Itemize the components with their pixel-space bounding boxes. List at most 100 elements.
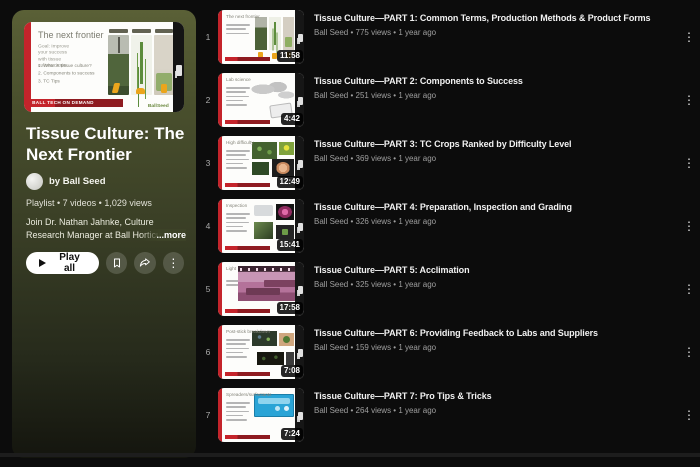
climber-icon [297, 96, 303, 105]
video-list-item[interactable]: 7 Spreaders/surfactants 7:24 Tissue Cult… [198, 388, 698, 442]
slide-bullets: 1. What is tissue culture? 2. Components… [38, 62, 98, 85]
duration-badge: 4:42 [280, 113, 303, 125]
video-menu-button[interactable]: ⋮ [680, 282, 698, 296]
video-info: Tissue Culture—PART 3: TC Crops Ranked b… [304, 136, 680, 163]
video-list-item[interactable]: 3 High difficulty 12:49 Tissue Culture—P… [198, 136, 698, 190]
video-meta: Ball Seed • 251 views • 1 year ago [314, 91, 437, 100]
video-title[interactable]: Tissue Culture—PART 5: Acclimation [314, 265, 674, 275]
duration-badge: 7:08 [280, 365, 303, 377]
slide-photo [257, 352, 284, 365]
slide-photo [238, 266, 295, 301]
video-meta: Ball Seed • 159 views • 1 year ago [314, 343, 437, 352]
orange-figure-icon [161, 84, 167, 93]
slide-title: The next frontier [226, 14, 260, 20]
video-title[interactable]: Tissue Culture—PART 2: Components to Suc… [314, 76, 674, 86]
video-title[interactable]: Tissue Culture—PART 3: TC Crops Ranked b… [314, 139, 674, 149]
slide-photo [251, 80, 294, 102]
video-menu-button[interactable]: ⋮ [680, 93, 698, 107]
thumbnail-edge-strip [173, 22, 184, 112]
ball-brand-bar [225, 57, 270, 61]
playlist-actions: Play all ⋮ [26, 252, 184, 274]
video-thumbnail[interactable]: Inspection 15:41 [218, 199, 304, 253]
slide-title: The next frontier [38, 30, 104, 40]
slide-bullet: 3. TC Tips [38, 77, 60, 84]
video-title[interactable]: Tissue Culture—PART 7: Pro Tips & Tricks [314, 391, 674, 401]
play-icon [39, 259, 46, 267]
video-info: Tissue Culture—PART 4: Preparation, Insp… [304, 199, 680, 226]
video-list-item[interactable]: 4 Inspection 15:41 Tissue Culture—PART 4… [198, 199, 698, 253]
ball-brand-text: BALL TECH ON DEMAND [32, 100, 94, 106]
slide-red-bar [218, 73, 222, 127]
video-index: 4 [205, 221, 211, 231]
video-info: Tissue Culture—PART 6: Providing Feedbac… [304, 325, 680, 352]
slide-bullet: 2. Components to success [38, 70, 95, 76]
ball-brand-bar: BALL TECH ON DEMAND [31, 99, 123, 107]
ball-brand-bar [225, 246, 270, 250]
play-all-label: Play all [59, 252, 80, 274]
slide-photo [252, 142, 277, 159]
slide-photo [272, 159, 294, 177]
video-thumbnail[interactable]: High difficulty 12:49 [218, 136, 304, 190]
slide-title: Lab science [226, 77, 251, 83]
video-title[interactable]: Tissue Culture—PART 6: Providing Feedbac… [314, 328, 674, 338]
playlist-thumbnail[interactable]: The next frontier Goal: Improve your suc… [24, 22, 184, 112]
playlist-menu-button[interactable]: ⋮ [162, 252, 184, 274]
channel-avatar[interactable] [26, 173, 43, 190]
ball-brand-bar [225, 120, 270, 124]
video-list-item[interactable]: 1 The next frontier 11:58 Tissue Culture… [198, 10, 698, 64]
slide-photo [286, 352, 294, 365]
video-index: 6 [205, 347, 211, 357]
slide-photo-vegetative [131, 29, 152, 95]
video-meta: Ball Seed • 369 views • 1 year ago [314, 154, 437, 163]
climber-icon [297, 348, 303, 357]
video-menu-button[interactable]: ⋮ [680, 219, 698, 233]
duration-badge: 11:58 [276, 50, 303, 62]
ball-brand-bar [225, 372, 270, 376]
bottom-scrollbar[interactable] [0, 453, 700, 457]
duration-badge: 17:58 [276, 302, 303, 314]
ballseed-logo: BallSeed [148, 102, 169, 108]
kebab-icon: ⋮ [167, 256, 180, 270]
video-index: 2 [205, 95, 211, 105]
ball-brand-bar [225, 183, 270, 187]
video-list-item[interactable]: 5 Light 17:58 Tissue Culture—PART 5: Acc… [198, 262, 698, 316]
slide-red-bar [218, 262, 222, 316]
climber-icon [297, 33, 303, 42]
slide-title: Post-stick breakdown [226, 329, 271, 335]
video-index: 1 [205, 32, 211, 42]
video-info: Tissue Culture—PART 7: Pro Tips & Tricks… [304, 388, 680, 415]
play-all-button[interactable]: Play all [26, 252, 99, 274]
video-thumbnail[interactable]: Light 17:58 [218, 262, 304, 316]
slide-title: Light [226, 266, 237, 272]
video-menu-button[interactable]: ⋮ [680, 30, 698, 44]
slide-photo [254, 205, 273, 216]
video-meta: Ball Seed • 264 views • 1 year ago [314, 406, 437, 415]
video-info: Tissue Culture—PART 2: Components to Suc… [304, 73, 680, 100]
video-menu-button[interactable]: ⋮ [680, 156, 698, 170]
slide-text-lines [226, 150, 252, 171]
video-menu-button[interactable]: ⋮ [680, 345, 698, 359]
slide-text-lines [226, 402, 252, 423]
video-thumbnail[interactable]: The next frontier 11:58 [218, 10, 304, 64]
video-title[interactable]: Tissue Culture—PART 4: Preparation, Insp… [314, 202, 674, 212]
video-thumbnail[interactable]: Post-stick breakdown 7:08 [218, 325, 304, 379]
bookmark-icon [113, 258, 120, 268]
video-menu-button[interactable]: ⋮ [680, 408, 698, 422]
video-list-item[interactable]: 2 Lab science 4:42 Tissue Culture—PART 2… [198, 73, 698, 127]
slide-photo [276, 204, 294, 220]
slide-bullet: 1. What is tissue culture? [38, 62, 92, 68]
slide-text-lines [226, 339, 252, 360]
video-thumbnail[interactable]: Spreaders/surfactants 7:24 [218, 388, 304, 442]
more-button[interactable]: ...more [140, 228, 186, 241]
slide-text-lines [226, 24, 252, 37]
slide-photo [269, 17, 281, 50]
video-meta: Ball Seed • 325 views • 1 year ago [314, 280, 437, 289]
video-thumbnail[interactable]: Lab science 4:42 [218, 73, 304, 127]
channel-byline[interactable]: by Ball Seed [49, 176, 106, 187]
slide-photo [254, 394, 294, 417]
video-list-item[interactable]: 6 Post-stick breakdown 7:08 Tissue Cultu… [198, 325, 698, 379]
video-info: Tissue Culture—PART 5: Acclimation Ball … [304, 262, 680, 289]
video-title[interactable]: Tissue Culture—PART 1: Common Terms, Pro… [314, 13, 674, 23]
save-playlist-button[interactable] [106, 252, 128, 274]
share-button[interactable] [134, 252, 156, 274]
